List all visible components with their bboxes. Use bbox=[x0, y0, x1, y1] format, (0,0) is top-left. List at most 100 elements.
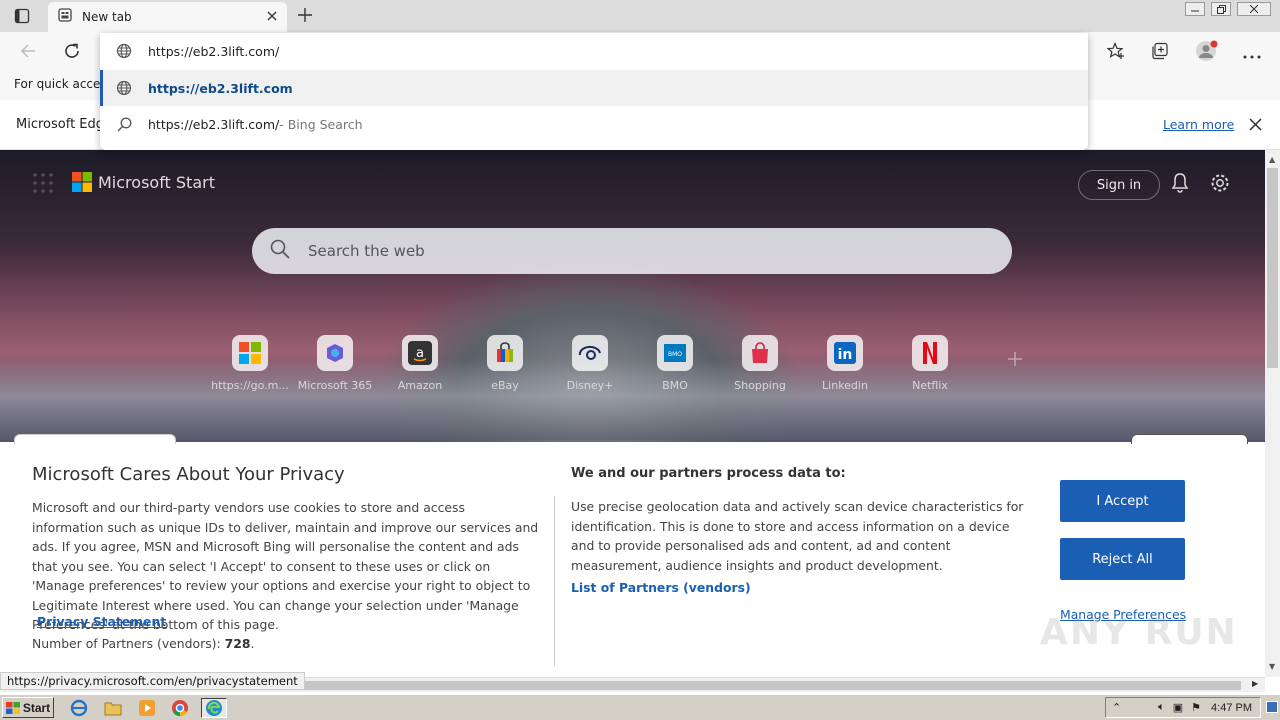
learn-more-link[interactable]: Learn more bbox=[1163, 117, 1234, 132]
anyrun-watermark: ANY RUN bbox=[1040, 612, 1238, 653]
privacy-title: Microsoft Cares About Your Privacy bbox=[32, 464, 345, 485]
search-placeholder: Search the web bbox=[308, 242, 425, 260]
microsoft-start-logo[interactable]: Microsoft Start bbox=[72, 172, 215, 192]
settings-gear-icon[interactable] bbox=[1209, 172, 1231, 198]
ie-icon[interactable] bbox=[66, 698, 92, 718]
tab-actions-icon[interactable] bbox=[14, 8, 30, 28]
new-tab-button[interactable] bbox=[297, 7, 313, 27]
sign-in-button[interactable]: Sign in bbox=[1078, 170, 1160, 200]
quick-link-tile[interactable]: https://go.m... bbox=[208, 335, 292, 392]
shopping-icon bbox=[742, 335, 778, 371]
scroll-thumb[interactable] bbox=[1267, 168, 1278, 368]
tab-strip: New tab bbox=[0, 0, 1280, 32]
scroll-right-arrow-icon[interactable]: ▶ bbox=[1252, 679, 1258, 688]
system-tray: ⌃ 🔈︎ ▣ ⚑ 4:47 PM bbox=[1105, 697, 1261, 718]
action-center-flag-icon[interactable]: ⚑ bbox=[1191, 701, 1201, 714]
close-info-bar-icon[interactable] bbox=[1249, 118, 1262, 135]
refresh-button[interactable] bbox=[63, 42, 81, 64]
partners-count-line: Number of Partners (vendors): 728. bbox=[32, 634, 254, 654]
notifications-bell-icon[interactable] bbox=[1170, 172, 1190, 198]
scroll-down-arrow-icon[interactable]: ▼ bbox=[1269, 662, 1275, 671]
restore-button[interactable] bbox=[1211, 2, 1231, 16]
address-bar-dropdown: https://eb2.3lift.com/ https://eb2.3lift… bbox=[100, 33, 1088, 150]
suggestion-search-text: https://eb2.3lift.com/ bbox=[148, 116, 280, 132]
windows-logo-icon bbox=[232, 335, 268, 371]
quick-link-label: https://go.m... bbox=[211, 379, 289, 392]
search-icon bbox=[100, 117, 148, 132]
disney-icon bbox=[572, 335, 608, 371]
m365-icon bbox=[317, 335, 353, 371]
show-hidden-icons-icon[interactable]: ⌃ bbox=[1112, 701, 1121, 714]
bmo-icon: BMO bbox=[657, 335, 693, 371]
divider bbox=[554, 496, 555, 666]
collections-icon[interactable] bbox=[1151, 42, 1169, 64]
media-player-icon[interactable] bbox=[134, 698, 160, 718]
svg-text:a: a bbox=[416, 346, 424, 361]
add-site-icon[interactable] bbox=[1006, 350, 1024, 372]
more-menu-icon[interactable] bbox=[1243, 48, 1261, 63]
start-label: Start bbox=[22, 700, 51, 715]
new-tab-icon bbox=[58, 8, 72, 26]
close-tab-icon[interactable] bbox=[267, 10, 277, 25]
quick-link-label: Netflix bbox=[912, 379, 948, 392]
quick-link-tile[interactable]: Disney+ bbox=[548, 335, 632, 392]
show-desktop-icon[interactable] bbox=[1266, 701, 1278, 713]
linkedin-icon: in bbox=[827, 335, 863, 371]
process-title: We and our partners process data to: bbox=[571, 466, 846, 481]
partners-count: 728 bbox=[224, 636, 251, 651]
profile-avatar[interactable] bbox=[1195, 39, 1219, 63]
volume-icon[interactable]: 🔈︎ bbox=[1158, 701, 1165, 714]
window-controls bbox=[1185, 2, 1271, 16]
back-button[interactable] bbox=[20, 43, 36, 63]
quick-link-label: eBay bbox=[491, 379, 519, 392]
quick-link-tile[interactable]: Shopping bbox=[718, 335, 802, 392]
suggestion-url[interactable]: https://eb2.3lift.com bbox=[100, 70, 1088, 106]
web-search-box[interactable]: Search the web bbox=[252, 228, 1012, 274]
suggestion-search-suffix: - Bing Search bbox=[279, 116, 363, 132]
svg-text:in: in bbox=[838, 347, 853, 363]
windows-flag-icon bbox=[5, 701, 20, 714]
quick-link-tile[interactable]: Netflix bbox=[888, 335, 972, 392]
accept-button[interactable]: I Accept bbox=[1060, 480, 1185, 522]
edge-icon bbox=[206, 700, 222, 716]
period: . bbox=[146, 616, 150, 631]
tab-title: New tab bbox=[82, 10, 132, 24]
tab-new-tab[interactable]: New tab bbox=[48, 2, 287, 32]
chrome-icon[interactable] bbox=[167, 698, 193, 718]
quick-link-tile[interactable]: a Amazon bbox=[378, 335, 462, 392]
network-icon[interactable]: ▣ bbox=[1173, 701, 1183, 714]
address-input[interactable]: https://eb2.3lift.com/ bbox=[100, 33, 1088, 69]
status-bar-url: https://privacy.microsoft.com/en/privacy… bbox=[0, 672, 305, 690]
quick-link-label: Shopping bbox=[734, 379, 786, 392]
reject-all-button[interactable]: Reject All bbox=[1060, 538, 1185, 580]
favorites-icon[interactable] bbox=[1106, 41, 1125, 64]
favorites-bar-text: For quick access bbox=[14, 77, 113, 91]
apps-grid-icon[interactable] bbox=[32, 172, 54, 198]
quick-link-tile[interactable]: eBay bbox=[463, 335, 547, 392]
brand-name: Microsoft Start bbox=[98, 172, 215, 192]
quick-link-label: BMO bbox=[662, 379, 688, 392]
globe-icon bbox=[100, 80, 148, 96]
hidden-pill bbox=[14, 434, 176, 444]
start-button[interactable]: Start bbox=[2, 697, 54, 718]
suggestion-search[interactable]: https://eb2.3lift.com/ - Bing Search bbox=[100, 106, 1088, 142]
period: . bbox=[250, 636, 255, 651]
process-body: Use precise geolocation data and activel… bbox=[571, 499, 1024, 573]
vertical-scrollbar[interactable]: ▲ ▼ bbox=[1265, 150, 1280, 677]
amazon-icon: a bbox=[402, 335, 438, 371]
edge-taskbar-button[interactable] bbox=[201, 698, 227, 718]
quick-link-label: Amazon bbox=[397, 379, 443, 392]
address-value: https://eb2.3lift.com/ bbox=[148, 43, 280, 59]
scroll-up-arrow-icon[interactable]: ▲ bbox=[1269, 155, 1275, 164]
search-icon bbox=[270, 239, 290, 263]
taskbar: Start ⌃ 🔈︎ ▣ ⚑ 4:47 PM bbox=[0, 694, 1280, 720]
explorer-folder-icon[interactable] bbox=[100, 698, 126, 718]
suggestion-url-text: https://eb2.3lift.com bbox=[148, 80, 293, 96]
quick-link-tile[interactable]: Microsoft 365 bbox=[293, 335, 377, 392]
list-of-partners-link[interactable]: List of Partners (vendors) bbox=[571, 580, 751, 595]
minimize-button[interactable] bbox=[1185, 2, 1205, 16]
close-window-button[interactable] bbox=[1237, 2, 1271, 16]
hidden-pill bbox=[1131, 434, 1248, 444]
quick-link-tile[interactable]: in Linkedin bbox=[803, 335, 887, 392]
quick-link-tile[interactable]: BMO BMO bbox=[633, 335, 717, 392]
